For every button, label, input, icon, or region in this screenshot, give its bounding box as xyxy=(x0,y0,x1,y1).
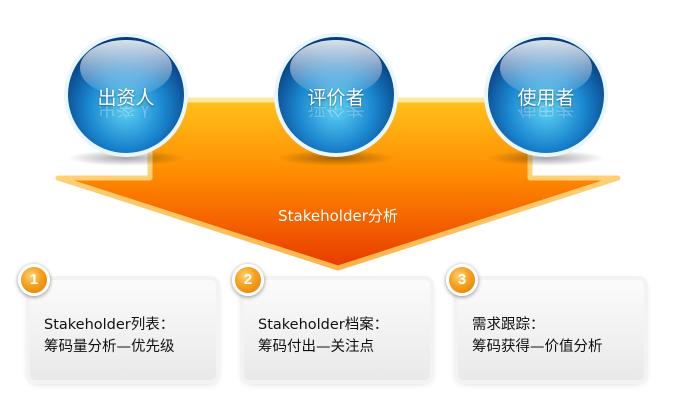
step-text: Stakeholder列表： 筹码量分析—优先级 xyxy=(44,314,210,358)
step-card-3: 3 需求跟踪： 筹码获得—价值分析 xyxy=(446,264,644,380)
arrow-label: Stakeholder分析 xyxy=(278,207,398,225)
step-text: Stakeholder档案： 筹码付出—关注点 xyxy=(258,314,424,358)
label-reflection: 出资人 xyxy=(97,106,155,118)
step-title: Stakeholder列表： xyxy=(44,317,175,333)
step-text: 需求跟踪： 筹码获得—价值分析 xyxy=(472,314,638,358)
step-title: 需求跟踪： xyxy=(472,317,545,333)
step-title: Stakeholder档案： xyxy=(258,317,389,333)
stakeholder-label-user: 使用者 使用者 xyxy=(481,86,611,118)
step-card-2: 2 Stakeholder档案： 筹码付出—关注点 xyxy=(232,264,430,380)
step-card-1: 1 Stakeholder列表： 筹码量分析—优先级 xyxy=(18,264,216,380)
step-number-badge: 3 xyxy=(446,264,478,296)
step-number-badge: 2 xyxy=(232,264,264,296)
step-detail: 筹码获得—价值分析 xyxy=(472,339,603,355)
step-detail: 筹码付出—关注点 xyxy=(258,339,374,355)
stakeholder-diagram: 出资人 出资人 评价者 评价者 使用者 使用者 Stakeholder分析 1 … xyxy=(0,0,685,407)
label-reflection: 评价者 xyxy=(307,106,365,118)
stakeholder-label-evaluator: 评价者 评价者 xyxy=(271,86,401,118)
label-reflection: 使用者 xyxy=(517,106,575,118)
step-detail: 筹码量分析—优先级 xyxy=(44,339,175,355)
step-number-badge: 1 xyxy=(18,264,50,296)
stakeholder-label-funder: 出资人 出资人 xyxy=(61,86,191,118)
